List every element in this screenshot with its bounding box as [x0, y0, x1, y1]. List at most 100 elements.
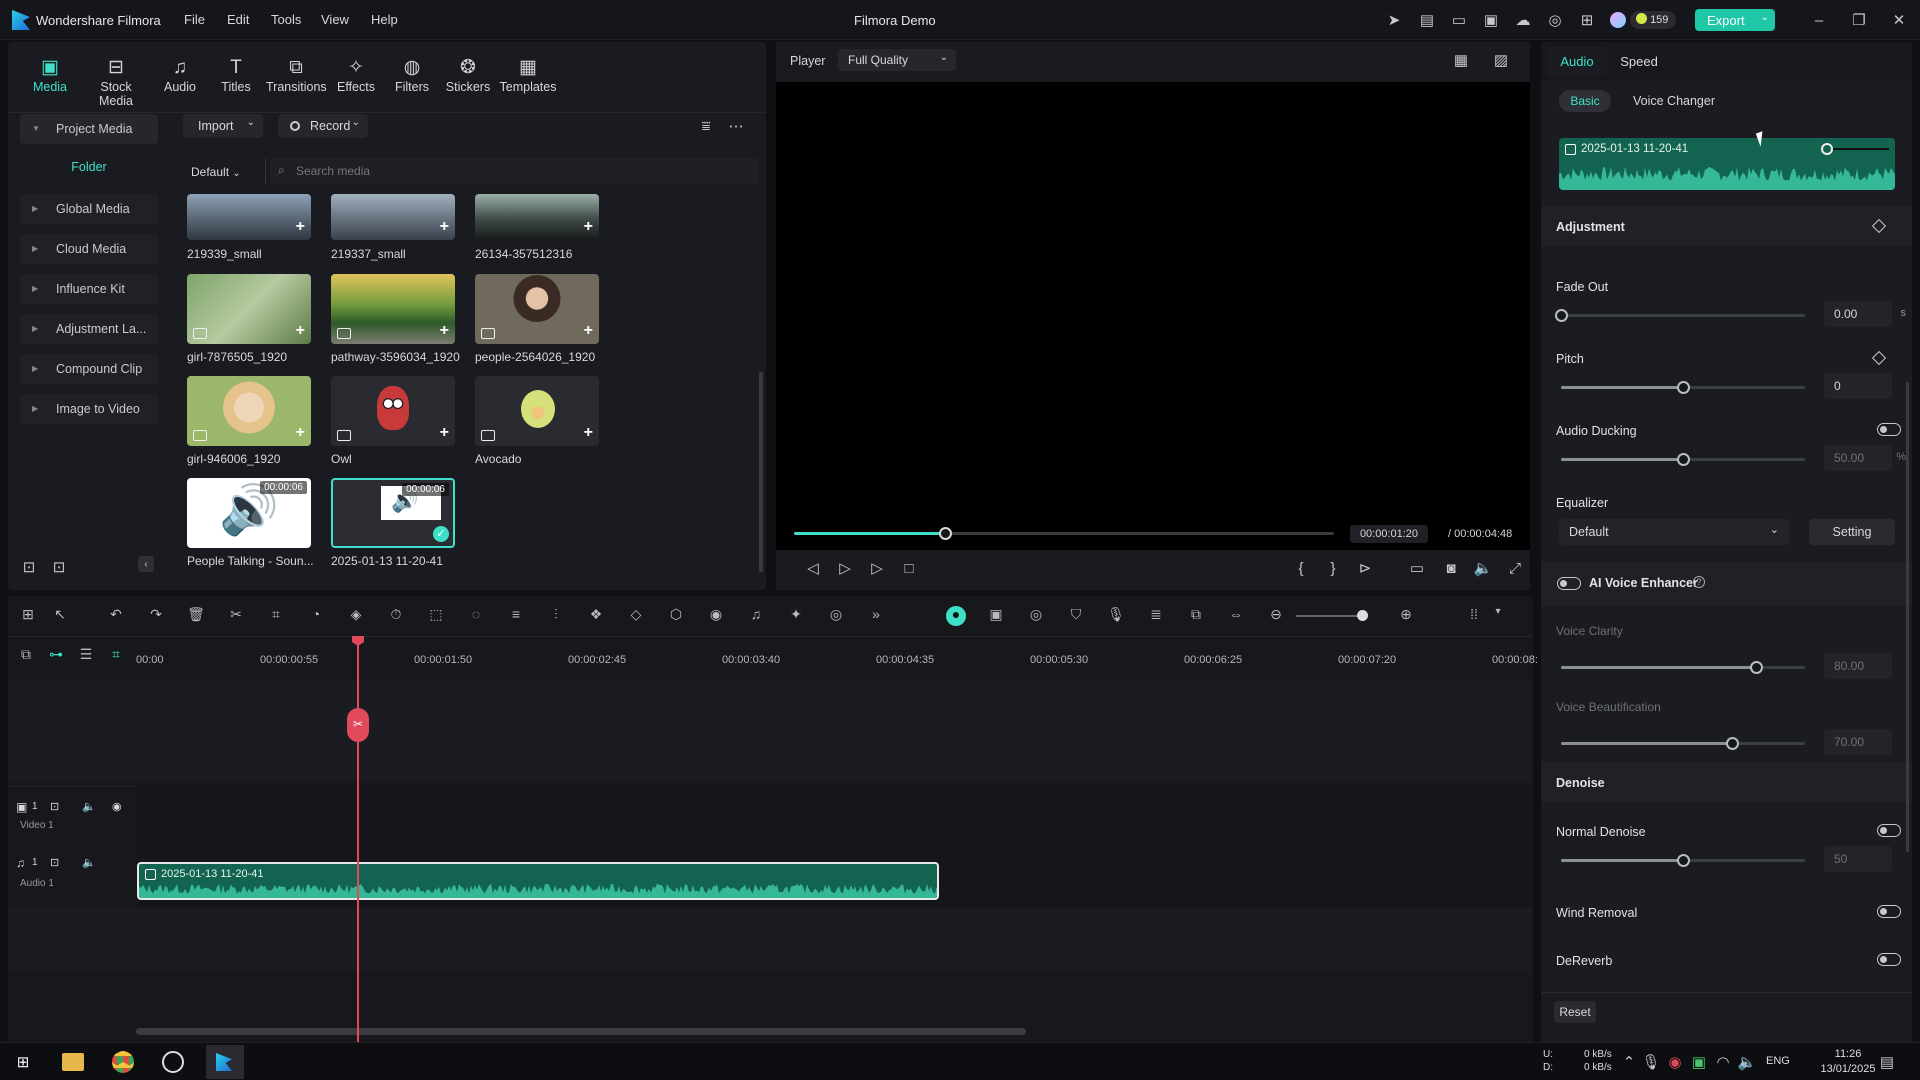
notifications-icon[interactable]: ▤: [1876, 1051, 1898, 1073]
microphone-icon[interactable]: 🎙: [1640, 1051, 1662, 1073]
camera-icon[interactable]: ◙: [1440, 557, 1462, 579]
reset-button[interactable]: Reset: [1554, 1001, 1596, 1023]
media-thumb-avocado[interactable]: +: [475, 376, 599, 446]
grid-view-icon[interactable]: ▦: [1450, 49, 1472, 71]
time-ruler[interactable]: 00:00 00:00:00:55 00:00:01:50 00:00:02:45 00…: [8, 596, 1538, 676]
headset-icon[interactable]: ◎: [1544, 9, 1566, 31]
display-icon[interactable]: ▭: [1406, 557, 1428, 579]
clock[interactable]: 11:26 13/01/2025: [1818, 1047, 1878, 1077]
add-icon[interactable]: +: [440, 424, 449, 442]
add-icon[interactable]: +: [440, 218, 449, 236]
media-thumb-people[interactable]: +: [475, 274, 599, 344]
add-icon[interactable]: +: [584, 218, 593, 236]
slider-handle[interactable]: [1677, 854, 1690, 867]
tab-filters[interactable]: ◍ Filters: [382, 56, 442, 94]
sidebar-item-folder[interactable]: Folder: [20, 154, 158, 182]
sidebar-item-project-media[interactable]: ▼ Project Media: [20, 114, 158, 144]
tab-effects[interactable]: ✧ Effects: [326, 56, 386, 94]
eye-icon[interactable]: ◉: [112, 800, 122, 813]
save-icon[interactable]: ▣: [1480, 9, 1502, 31]
playback-progress[interactable]: [794, 527, 1334, 540]
tab-audio[interactable]: ♫ Audio: [150, 56, 210, 94]
menu-file[interactable]: File: [184, 12, 205, 27]
media-thumb-girl-946006[interactable]: +: [187, 376, 311, 446]
export-button[interactable]: Export ⌄: [1695, 9, 1775, 31]
slider-handle[interactable]: [1677, 381, 1690, 394]
subtab-voice-changer[interactable]: Voice Changer: [1633, 94, 1715, 108]
windows-start-icon[interactable]: ⊞: [12, 1051, 34, 1073]
snapshot-icon[interactable]: ▨: [1490, 49, 1512, 71]
send-icon[interactable]: ➤: [1383, 9, 1405, 31]
video-track[interactable]: [136, 786, 1533, 846]
normal-denoise-slider[interactable]: [1561, 854, 1805, 867]
sidebar-item-cloud-media[interactable]: ▶ Cloud Media: [20, 234, 158, 264]
import-button[interactable]: Import ⌄: [183, 114, 263, 138]
audio-ducking-slider[interactable]: [1561, 453, 1805, 466]
play-icon[interactable]: ▷: [834, 557, 856, 579]
folder-icon[interactable]: ⊡: [48, 556, 70, 578]
dereverb-toggle[interactable]: [1877, 953, 1901, 966]
add-icon[interactable]: +: [296, 322, 305, 340]
lock-icon[interactable]: ⊡: [50, 800, 59, 813]
slider-handle[interactable]: [1750, 661, 1764, 674]
layout-icon[interactable]: ▭: [1448, 9, 1470, 31]
audio-ducking-toggle[interactable]: [1877, 423, 1901, 436]
tab-media[interactable]: ▣ Media: [20, 56, 80, 94]
tab-stock-media[interactable]: ⊟ Stock Media: [86, 56, 146, 108]
media-thumb-pathway[interactable]: +: [331, 274, 455, 344]
voice-clarity-slider[interactable]: [1561, 661, 1805, 674]
voice-beautification-slider[interactable]: [1561, 737, 1805, 750]
media-scrollbar[interactable]: [759, 372, 763, 572]
marker-icon[interactable]: ⊳: [1354, 557, 1376, 579]
stop-icon[interactable]: □: [898, 557, 920, 579]
wind-removal-toggle[interactable]: [1877, 905, 1901, 918]
menu-help[interactable]: Help: [371, 12, 398, 27]
mark-in-icon[interactable]: {: [1290, 557, 1312, 579]
subtab-basic[interactable]: Basic: [1559, 90, 1611, 112]
mark-out-icon[interactable]: }: [1322, 557, 1344, 579]
media-thumb-people-talking[interactable]: 🔊 00:00:06: [187, 478, 311, 548]
language-indicator[interactable]: ENG: [1766, 1055, 1790, 1067]
collapse-sidebar-icon[interactable]: ‹: [138, 556, 154, 572]
help-icon[interactable]: ?: [1693, 576, 1705, 588]
timeline-scrollbar[interactable]: [136, 1028, 1026, 1035]
tab-stickers[interactable]: ❂ Stickers: [438, 56, 498, 94]
sidebar-item-adjustment-layer[interactable]: ▶ Adjustment La...: [20, 314, 158, 344]
tab-templates[interactable]: ▦ Templates: [498, 56, 558, 94]
sidebar-item-compound-clip[interactable]: ▶ Compound Clip: [20, 354, 158, 384]
obs-icon[interactable]: [162, 1051, 184, 1073]
slider-handle[interactable]: [1725, 737, 1739, 750]
apps-grid-icon[interactable]: ⊞: [1576, 9, 1598, 31]
split-scissors-icon[interactable]: ✂: [347, 708, 369, 742]
play-full-icon[interactable]: ▷: [866, 557, 888, 579]
mute-icon[interactable]: 🔈: [82, 856, 96, 869]
pitch-slider[interactable]: [1561, 381, 1805, 394]
media-thumb-26134[interactable]: +: [475, 194, 599, 240]
mute-icon[interactable]: 🔈: [82, 800, 96, 813]
tab-titles[interactable]: T Titles: [206, 56, 266, 94]
slider-handle[interactable]: [1677, 453, 1690, 466]
notes-icon[interactable]: ▤: [1416, 9, 1438, 31]
media-thumb-recording[interactable]: 🔊 00:00:06 ✓: [331, 478, 455, 548]
media-thumb-owl[interactable]: +: [331, 376, 455, 446]
record-button[interactable]: Record ⌄: [278, 114, 368, 138]
restore-icon[interactable]: ❐: [1848, 9, 1870, 31]
equalizer-setting-button[interactable]: Setting: [1809, 519, 1895, 545]
close-icon[interactable]: ✕: [1888, 9, 1910, 31]
new-folder-icon[interactable]: ⊡: [18, 556, 40, 578]
file-explorer-icon[interactable]: [62, 1053, 84, 1071]
sidebar-item-global-media[interactable]: ▶ Global Media: [20, 194, 158, 224]
sidebar-item-image-to-video[interactable]: ▶ Image to Video: [20, 394, 158, 424]
media-thumb-girl-7876505[interactable]: +: [187, 274, 311, 344]
tab-speed[interactable]: Speed: [1607, 46, 1671, 76]
tab-audio-props[interactable]: Audio: [1547, 46, 1607, 76]
fade-out-value[interactable]: 0.00 s: [1824, 301, 1906, 327]
audio-clip[interactable]: 2025-01-13 11-20-41: [137, 862, 939, 900]
video-preview[interactable]: [776, 82, 1530, 550]
slider-handle[interactable]: [1555, 309, 1568, 322]
fullscreen-icon[interactable]: ⤢: [1504, 557, 1526, 579]
equalizer-dropdown[interactable]: Default ⌄: [1559, 519, 1789, 545]
search-box[interactable]: ⌕: [270, 158, 758, 184]
normal-denoise-toggle[interactable]: [1877, 824, 1901, 837]
fade-out-slider[interactable]: [1555, 309, 1805, 322]
